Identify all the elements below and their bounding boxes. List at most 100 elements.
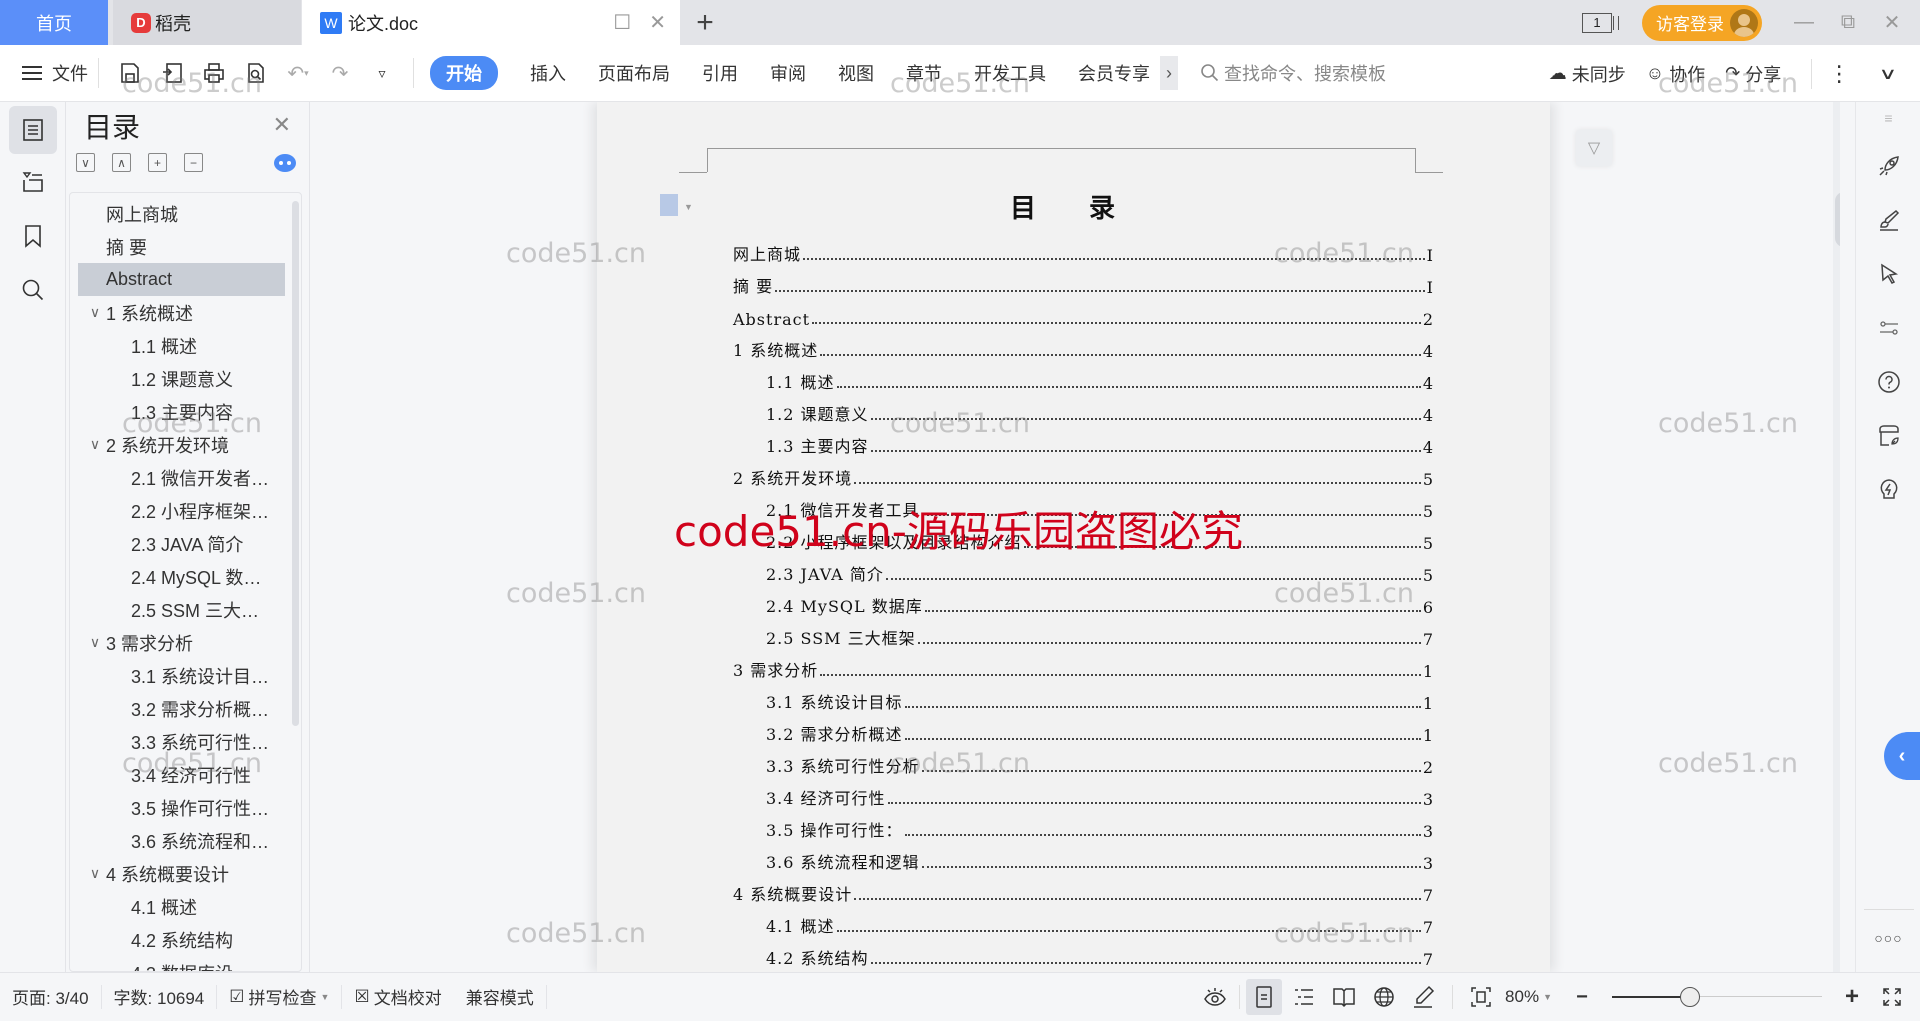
toc-item[interactable]: 2.3 JAVA 简介 bbox=[78, 527, 285, 560]
new-tab-button[interactable]: + bbox=[688, 6, 722, 40]
ribbon-tab-insert[interactable]: 插入 bbox=[530, 60, 566, 86]
restore-button[interactable]: ⧉ bbox=[1826, 11, 1870, 34]
toc-entry[interactable]: 2.4 MySQL 数据库 6 bbox=[766, 591, 1433, 617]
toc-entry[interactable]: 4 系统概要设计 7 bbox=[733, 879, 1433, 905]
toc-item[interactable]: 1.3 主要内容 bbox=[78, 395, 285, 428]
toc-entry[interactable]: 3 需求分析 1 bbox=[733, 655, 1433, 681]
toc-item[interactable]: Abstract bbox=[78, 263, 285, 296]
toc-entry[interactable]: 网上商城 I bbox=[733, 239, 1433, 265]
collapse-up-icon[interactable]: ∧ bbox=[112, 153, 131, 172]
more-options-icon[interactable]: ⋮ bbox=[1828, 61, 1850, 87]
chevron-down-icon[interactable]: ∨ bbox=[84, 304, 106, 321]
split-icon[interactable]: ▲ bbox=[1835, 106, 1840, 117]
ribbon-tab-chapter[interactable]: 章节 bbox=[906, 60, 942, 86]
toc-entry[interactable]: 2 系统开发环境 5 bbox=[733, 463, 1433, 489]
expand-down-icon[interactable]: ∨ bbox=[76, 153, 95, 172]
toc-item[interactable]: 3.2 需求分析概… bbox=[78, 692, 285, 725]
collaborate-button[interactable]: ☺ 协作 bbox=[1646, 61, 1705, 87]
toc-entry[interactable]: 1.3 主要内容 4 bbox=[766, 431, 1433, 457]
zoom-slider[interactable] bbox=[1612, 987, 1822, 1007]
ai-assistant-icon[interactable] bbox=[274, 154, 296, 172]
toc-panel-button[interactable] bbox=[9, 106, 57, 154]
writing-mode-icon[interactable] bbox=[1406, 979, 1442, 1015]
window-count-icon[interactable]: 1 bbox=[1582, 12, 1619, 33]
help-icon[interactable] bbox=[1856, 370, 1920, 400]
toc-item[interactable]: 3.5 操作可行性… bbox=[78, 791, 285, 824]
tab-document[interactable]: W 论文.doc ☐ ✕ bbox=[302, 0, 680, 45]
web-view-icon[interactable] bbox=[1366, 979, 1402, 1015]
toc-entry[interactable]: Abstract 2 bbox=[733, 303, 1433, 329]
ribbon-tab-view[interactable]: 视图 bbox=[838, 60, 874, 86]
toc-scrollbar[interactable] bbox=[292, 201, 299, 726]
toc-item[interactable]: 2.2 小程序框架… bbox=[78, 494, 285, 527]
toc-item[interactable]: ∨ 1 系统概述 bbox=[78, 296, 285, 329]
store-icon[interactable] bbox=[1856, 424, 1920, 454]
tab-home[interactable]: 首页 bbox=[0, 0, 108, 45]
toc-item[interactable]: 2.4 MySQL 数… bbox=[78, 560, 285, 593]
export-icon[interactable] bbox=[159, 60, 185, 86]
zoom-out-button[interactable]: − bbox=[1564, 979, 1600, 1015]
ribbon-tab-review[interactable]: 审阅 bbox=[770, 60, 806, 86]
rocket-icon[interactable] bbox=[1856, 154, 1920, 184]
toc-entry[interactable]: 1 系统概述 4 bbox=[733, 335, 1433, 361]
toc-entry[interactable]: 4.1 概述 7 bbox=[766, 911, 1433, 937]
monitor-icon[interactable]: ☐ bbox=[613, 10, 631, 35]
sync-status-button[interactable]: ☁ 未同步 bbox=[1549, 61, 1626, 87]
toc-entry[interactable]: 3.4 经济可行性 3 bbox=[766, 783, 1433, 809]
ribbon-tab-start[interactable]: 开始 bbox=[430, 56, 498, 90]
ribbon-tab-member[interactable]: 会员专享 bbox=[1078, 60, 1150, 86]
toc-item[interactable]: 2.1 微信开发者… bbox=[78, 461, 285, 494]
toc-entry[interactable]: 3.6 系统流程和逻辑 3 bbox=[766, 847, 1433, 873]
toc-item[interactable]: 4.2 系统结构 bbox=[78, 923, 285, 956]
fit-page-icon[interactable] bbox=[1463, 979, 1499, 1015]
toc-entry[interactable]: 2.5 SSM 三大框架 7 bbox=[766, 623, 1433, 649]
scroll-down-icon[interactable]: ▼ bbox=[1835, 875, 1840, 886]
toc-item[interactable]: 1.1 概述 bbox=[78, 329, 285, 362]
toc-item[interactable]: 1.2 课题意义 bbox=[78, 362, 285, 395]
file-menu-button[interactable]: 文件 bbox=[22, 60, 88, 86]
filter-button[interactable]: ▽ bbox=[1576, 130, 1612, 166]
customize-toolbar-icon[interactable]: ▿ bbox=[369, 60, 395, 86]
print-icon[interactable] bbox=[201, 60, 227, 86]
ribbon-tab-references[interactable]: 引用 bbox=[702, 60, 738, 86]
toc-item[interactable]: ∨ 3 需求分析 bbox=[78, 626, 285, 659]
toc-entry[interactable]: 1.1 概述 4 bbox=[766, 367, 1433, 393]
minimize-button[interactable]: — bbox=[1782, 11, 1826, 34]
page-view-icon[interactable] bbox=[1246, 979, 1283, 1015]
chevron-down-icon[interactable]: ∨ bbox=[84, 865, 106, 882]
more-tools-icon[interactable]: ○○○ bbox=[1856, 930, 1920, 946]
spell-check-button[interactable]: ☑ 拼写检查 ▼ bbox=[217, 984, 343, 1009]
word-count[interactable]: 字数: 10694 bbox=[102, 984, 218, 1009]
scrollbar-thumb[interactable] bbox=[1835, 192, 1840, 247]
toc-item[interactable]: 网上商城 bbox=[78, 197, 285, 230]
toc-item[interactable]: 3.6 系统流程和… bbox=[78, 824, 285, 857]
tab-daoke[interactable]: D 稻壳 bbox=[113, 0, 301, 45]
navigation-pane-button[interactable] bbox=[9, 158, 57, 206]
collapse-all-icon[interactable]: − bbox=[184, 153, 203, 172]
cursor-select-icon[interactable] bbox=[1856, 262, 1920, 292]
zoom-in-button[interactable]: + bbox=[1834, 979, 1870, 1015]
toc-entry[interactable]: 4.2 系统结构 7 bbox=[766, 943, 1433, 969]
zoom-level-dropdown[interactable]: 80% ▼ bbox=[1505, 987, 1552, 1007]
toc-item[interactable]: 4.3 数据库设… bbox=[78, 956, 285, 972]
toc-item[interactable]: 摘 要 bbox=[78, 230, 285, 263]
toc-item[interactable]: 2.5 SSM 三大… bbox=[78, 593, 285, 626]
print-preview-icon[interactable] bbox=[243, 60, 269, 86]
scroll-up-icon[interactable]: ▲ bbox=[1835, 138, 1840, 149]
adjust-sliders-icon[interactable] bbox=[1856, 316, 1920, 346]
brush-icon[interactable] bbox=[1856, 208, 1920, 238]
toc-entry[interactable]: 3.1 系统设计目标 1 bbox=[766, 687, 1433, 713]
toc-entry[interactable]: 3.2 需求分析概述 1 bbox=[766, 719, 1433, 745]
find-button[interactable] bbox=[9, 266, 57, 314]
toc-item[interactable]: 3.4 经济可行性 bbox=[78, 758, 285, 791]
next-page-icon[interactable]: ▼ bbox=[1835, 950, 1840, 961]
share-button[interactable]: ↷ 分享 bbox=[1725, 61, 1781, 87]
bookmark-button[interactable] bbox=[9, 212, 57, 260]
ribbon-tab-developer[interactable]: 开发工具 bbox=[974, 60, 1046, 86]
page-indicator[interactable]: 页面: 3/40 bbox=[0, 984, 102, 1009]
chevron-down-icon[interactable]: ∨ bbox=[84, 634, 106, 651]
fullscreen-icon[interactable] bbox=[1874, 979, 1910, 1015]
toc-item[interactable]: ∨ 4 系统概要设计 bbox=[78, 857, 285, 890]
command-search-input[interactable]: 查找命令、搜索模板 bbox=[1200, 60, 1386, 86]
previous-page-icon[interactable]: ▲ bbox=[1835, 899, 1840, 910]
